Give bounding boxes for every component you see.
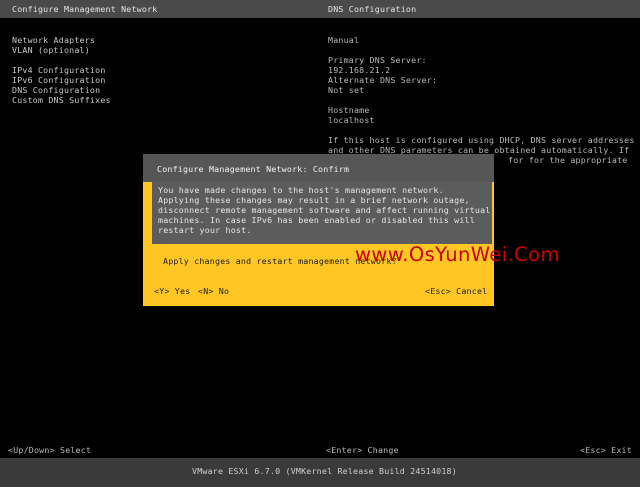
menu-item-ipv4[interactable]: IPv4 Configuration [12, 65, 106, 76]
select-hint: <Up/Down> Select [8, 445, 92, 455]
dialog-title-bar: Configure Management Network: Confirm [143, 154, 494, 182]
change-hint: <Enter> Change [326, 445, 399, 455]
dialog-message-box: You have made changes to the host's mana… [152, 182, 492, 244]
watermark-text: www.OsYunWei.Com [355, 243, 560, 266]
yes-button[interactable]: <Y> Yes [154, 286, 190, 297]
dialog-message-line: You have made changes to the host's mana… [158, 185, 444, 195]
primary-dns-value: 192.168.21.2 [328, 65, 391, 75]
alternate-dns-label: Alternate DNS Server: [328, 75, 438, 85]
menu-item-ipv6[interactable]: IPv6 Configuration [12, 75, 106, 86]
panel-title: Configure Management Network [12, 4, 158, 14]
dialog-message-line: Applying these changes may result in a b… [158, 195, 470, 205]
menu-item-custom-dns-suffixes[interactable]: Custom DNS Suffixes [12, 95, 111, 106]
primary-dns-label: Primary DNS Server: [328, 55, 427, 65]
dialog-message-line: machines. In case IPv6 has been enabled … [158, 215, 475, 225]
dhcp-note-line1: If this host is configured using DHCP, D… [328, 135, 635, 145]
footer-bar: <Up/Down> Select <Enter> Change <Esc> Ex… [0, 445, 640, 487]
version-text: VMware ESXi 6.7.0 (VMKernel Release Buil… [192, 466, 457, 476]
alternate-dns-value: Not set [328, 85, 365, 95]
confirm-dialog: Configure Management Network: Confirm Yo… [143, 154, 494, 306]
hostname-label: Hostname [328, 105, 370, 115]
header-bar: Configure Management Network DNS Configu… [0, 0, 640, 18]
dialog-message-line: restart your host. [158, 225, 252, 235]
dhcp-note-line3: for for the appropriate [508, 155, 628, 165]
menu-item-dns-configuration[interactable]: DNS Configuration [12, 85, 100, 96]
details-title: DNS Configuration [328, 4, 417, 14]
dialog-message-line: disconnect remote management software an… [158, 205, 491, 215]
no-button[interactable]: <N> No [198, 286, 229, 297]
exit-hint: <Esc> Exit [580, 445, 632, 455]
hostname-value: localhost [328, 115, 375, 125]
menu-item-network-adapters[interactable]: Network Adapters [12, 35, 95, 46]
menu-item-vlan[interactable]: VLAN (optional) [12, 45, 90, 56]
cancel-button[interactable]: <Esc> Cancel [425, 286, 487, 297]
dialog-title: Configure Management Network: Confirm [157, 164, 350, 174]
dns-mode: Manual [328, 35, 360, 45]
